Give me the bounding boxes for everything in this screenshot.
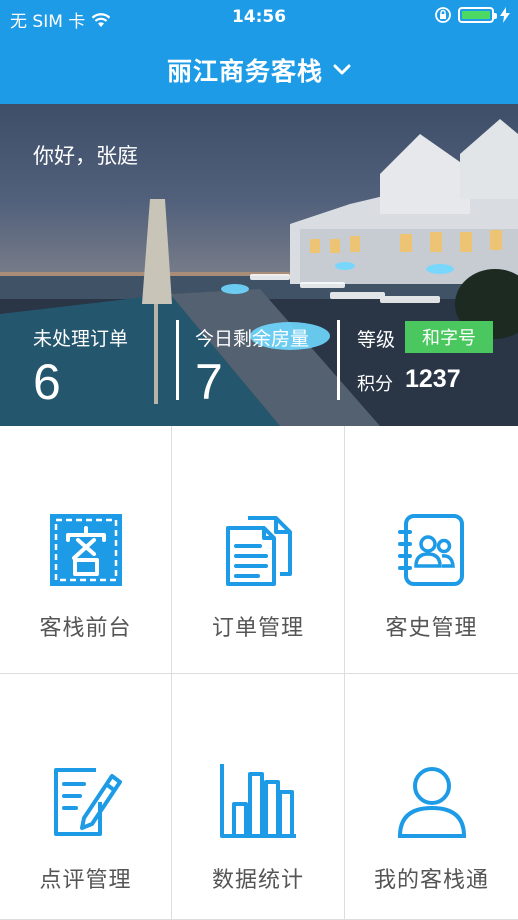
- pending-orders-value: 6: [33, 354, 61, 410]
- page-title: 丽江商务客栈: [166, 57, 323, 86]
- user-icon: [397, 767, 466, 838]
- rooms-left-label: 今日剩余房量: [195, 328, 310, 350]
- charging-icon: [500, 7, 510, 23]
- stat-divider: [176, 320, 179, 400]
- rooms-left-stat[interactable]: 今日剩余房量 7: [195, 324, 309, 407]
- menu-item-label: 订单管理: [211, 616, 304, 641]
- menu-item-my-account[interactable]: 我的客栈通: [345, 674, 518, 920]
- stat-divider: [337, 320, 340, 400]
- contacts-book-icon: [397, 514, 464, 586]
- rooms-left-value: 7: [195, 354, 223, 410]
- inn-selector[interactable]: 丽江商务客栈: [0, 50, 518, 90]
- menu-item-inn-front-desk[interactable]: 客栈前台: [0, 426, 172, 674]
- battery-icon: [458, 7, 497, 23]
- hero-banner: 你好，张庭 未处理订单 6 今日剩余房量 7 等级 和字号 积分 1237: [0, 104, 518, 426]
- bar-chart-icon: [220, 764, 296, 838]
- menu-item-label: 我的客栈通: [373, 868, 489, 893]
- level-label: 等级: [357, 329, 396, 351]
- top-header: 无 SIM 卡 14:56 丽江商务客栈: [0, 0, 518, 104]
- menu-item-label: 客栈前台: [39, 616, 132, 641]
- level-badge: 和字号: [405, 321, 493, 353]
- menu-item-label: 客史管理: [385, 616, 478, 641]
- menu-item-guest-history[interactable]: 客史管理: [345, 426, 518, 674]
- feature-menu-grid: 客栈前台 订单管理 客史管理 点评管理 数据统计 我的客栈通: [0, 426, 518, 920]
- menu-item-order-management[interactable]: 订单管理: [172, 426, 345, 674]
- pending-orders-label: 未处理订单: [33, 328, 129, 350]
- documents-icon: [226, 516, 292, 586]
- pending-orders-stat[interactable]: 未处理订单 6: [33, 324, 128, 407]
- status-bar: 无 SIM 卡 14:56: [0, 0, 518, 34]
- menu-item-data-statistics[interactable]: 数据统计: [172, 674, 345, 920]
- inn-front-desk-icon: [49, 514, 122, 586]
- menu-item-label: 点评管理: [39, 868, 132, 893]
- menu-item-label: 数据统计: [211, 868, 304, 893]
- review-edit-icon: [53, 768, 122, 836]
- chevron-down-icon: [333, 64, 351, 75]
- points-value: 1237: [405, 365, 461, 393]
- menu-item-review-management[interactable]: 点评管理: [0, 674, 172, 920]
- points-label: 积分: [357, 374, 393, 395]
- greeting-text: 你好，张庭: [33, 144, 138, 168]
- rotation-lock-icon: [435, 7, 451, 23]
